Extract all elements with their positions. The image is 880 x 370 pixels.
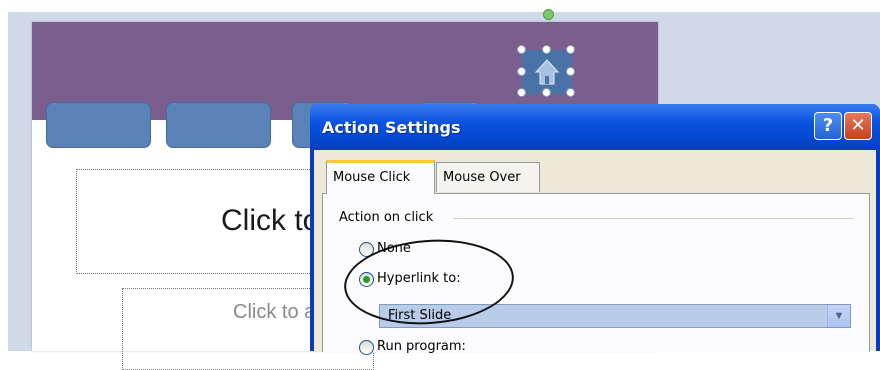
selection-handle[interactable] xyxy=(566,67,575,76)
selection-handle[interactable] xyxy=(566,88,575,97)
subtitle-placeholder-text: Click to add subtitle xyxy=(233,301,311,323)
group-label: Action on click xyxy=(339,210,434,225)
radio-selected-dot xyxy=(363,276,370,283)
dialog-titlebar[interactable]: Action Settings ? ✕ xyxy=(310,104,880,150)
selection-handle[interactable] xyxy=(542,88,551,97)
hyperlink-dropdown[interactable]: First Slide ▼ xyxy=(379,304,851,328)
selection-handle[interactable] xyxy=(517,88,526,97)
rotation-handle[interactable] xyxy=(543,9,554,20)
selection-handle[interactable] xyxy=(517,45,526,54)
tab-panel: Action on click None Hyperlink to: First… xyxy=(322,193,870,355)
selection-handle[interactable] xyxy=(517,67,526,76)
top-edge xyxy=(0,0,880,12)
group-divider xyxy=(453,218,853,219)
help-button[interactable]: ? xyxy=(814,112,842,140)
action-settings-dialog: Action Settings ? ✕ Mouse Click Mouse Ov… xyxy=(310,104,880,355)
dialog-title: Action Settings xyxy=(322,118,461,137)
radio-none-label[interactable]: None xyxy=(377,241,411,256)
nav-button-2[interactable] xyxy=(166,102,271,148)
radio-hyperlink-label[interactable]: Hyperlink to: xyxy=(377,271,461,286)
radio-run-program-label[interactable]: Run program: xyxy=(377,339,466,354)
tab-mouse-click[interactable]: Mouse Click xyxy=(326,160,435,194)
home-icon xyxy=(535,59,559,85)
nav-button-1[interactable] xyxy=(46,102,151,148)
selection-handle[interactable] xyxy=(542,45,551,54)
title-placeholder-text: Click to add title xyxy=(221,204,311,237)
close-button[interactable]: ✕ xyxy=(844,112,872,140)
home-action-button[interactable] xyxy=(517,45,575,97)
tab-mouse-over[interactable]: Mouse Over xyxy=(436,162,540,192)
hyperlink-dropdown-value: First Slide xyxy=(388,308,452,323)
chevron-down-icon[interactable]: ▼ xyxy=(827,305,850,327)
radio-run-program[interactable] xyxy=(359,340,374,355)
dialog-body: Mouse Click Mouse Over Action on click N… xyxy=(314,150,876,355)
radio-hyperlink[interactable] xyxy=(359,272,374,287)
selection-handle[interactable] xyxy=(566,45,575,54)
left-edge xyxy=(0,12,8,351)
radio-none[interactable] xyxy=(359,242,374,257)
